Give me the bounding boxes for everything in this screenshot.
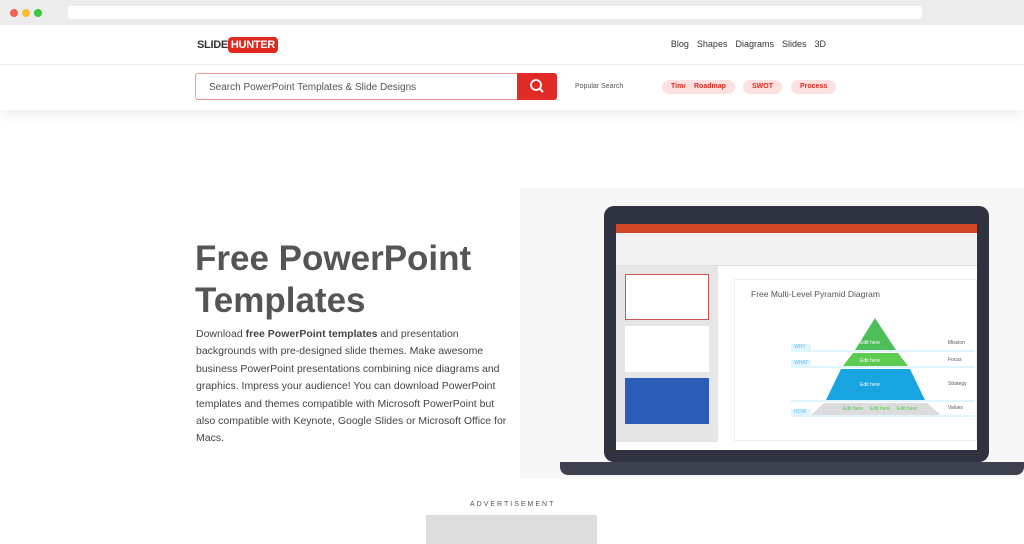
level-label: Values [948, 405, 963, 411]
page-title: Free PowerPoint Templates [195, 239, 472, 320]
logo-text-highlight: HUNTER [227, 37, 278, 53]
nav-3d[interactable]: 3D [814, 39, 826, 49]
title-bar [616, 224, 977, 233]
pyramid-label: Edit here [870, 406, 891, 412]
pyramid-diagram [791, 318, 975, 417]
tag-swot[interactable]: SWOT [743, 80, 782, 94]
search-row: Search PowerPoint Templates & Slide Desi… [0, 65, 1024, 110]
pyramid-label: Edit here [860, 382, 881, 388]
pyramid-label: Edit here [843, 406, 864, 412]
nav-shapes[interactable]: Shapes [697, 39, 728, 49]
nav-slides[interactable]: Slides [782, 39, 807, 49]
slide-thumbnails [616, 266, 718, 442]
desc-text: and presentation backgrounds with pre-de… [196, 328, 507, 445]
logo-text: SLIDE [197, 39, 228, 51]
laptop-image: Free Multi-Level Pyramid Diagram Edit he… [604, 206, 989, 462]
search-button[interactable] [517, 73, 557, 100]
advertisement-slot[interactable] [426, 515, 597, 544]
main-nav: Blog Shapes Diagrams Slides 3D [671, 39, 826, 49]
ribbon [616, 233, 977, 266]
desc-bold[interactable]: free PowerPoint templates [246, 328, 378, 340]
hero-description: Download free PowerPoint templates and p… [196, 326, 516, 448]
maximize-window-button[interactable] [34, 9, 42, 17]
thumbnail [625, 274, 709, 320]
pyramid-label: Edit here [860, 358, 881, 364]
laptop-base [560, 462, 1024, 475]
side-label: WHY [794, 344, 806, 350]
level-label: Mission [948, 340, 965, 346]
level-label: Focus [948, 357, 962, 363]
nav-diagrams[interactable]: Diagrams [735, 39, 774, 49]
search-icon [530, 79, 544, 93]
side-label: HOW [794, 409, 807, 415]
pyramid-label: Edit here [897, 406, 918, 412]
search-input[interactable]: Search PowerPoint Templates & Slide Desi… [195, 73, 517, 100]
powerpoint-screenshot: Free Multi-Level Pyramid Diagram Edit he… [616, 224, 977, 450]
popular-search-label: Popular Search [575, 83, 624, 90]
site-header: SLIDE HUNTER Blog Shapes Diagrams Slides … [0, 25, 1024, 65]
desc-text: Download [196, 328, 246, 340]
level-label: Strategy [948, 381, 967, 387]
slide-canvas: Free Multi-Level Pyramid Diagram Edit he… [734, 279, 977, 441]
browser-chrome [0, 0, 1024, 25]
tag-process[interactable]: Process [791, 80, 837, 94]
tag-roadmap[interactable]: Roadmap [685, 80, 735, 94]
advertisement-label: ADVERTISEMENT [470, 501, 556, 508]
thumbnail [625, 378, 709, 424]
close-window-button[interactable] [10, 9, 18, 17]
pyramid-label: Edit here [860, 340, 881, 346]
nav-blog[interactable]: Blog [671, 39, 689, 49]
logo[interactable]: SLIDE HUNTER [197, 37, 278, 53]
side-label: WHAT [794, 360, 809, 366]
minimize-window-button[interactable] [22, 9, 30, 17]
address-bar[interactable] [68, 6, 922, 19]
thumbnail [625, 326, 709, 372]
